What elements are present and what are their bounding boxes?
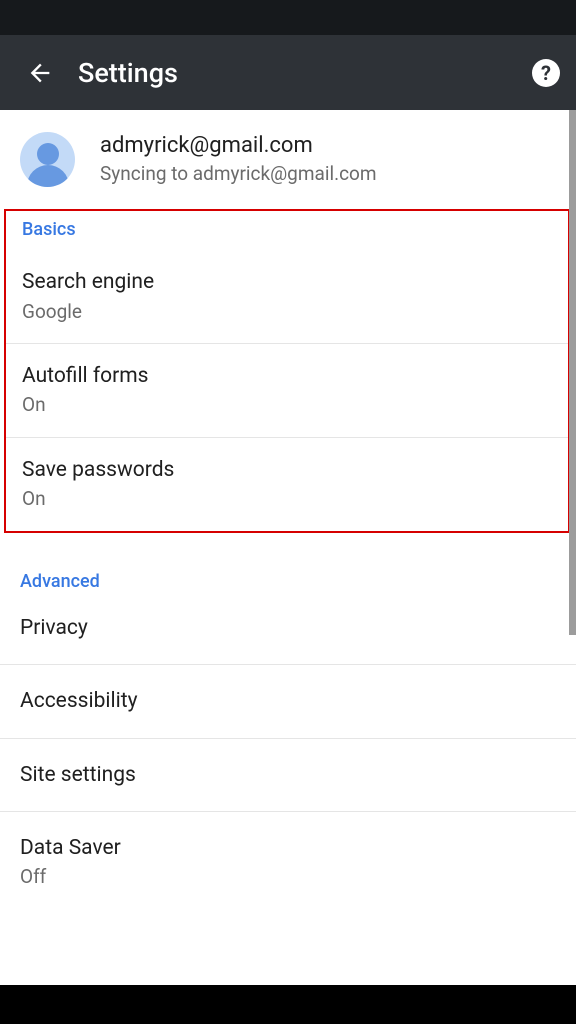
settings-content: admyrick@gmail.com Syncing to admyrick@g… xyxy=(0,110,576,985)
basics-header: Basics xyxy=(6,211,568,250)
autofill-forms-value: On xyxy=(22,392,548,419)
account-text: admyrick@gmail.com Syncing to admyrick@g… xyxy=(100,132,377,187)
save-passwords-value: On xyxy=(22,486,548,513)
save-passwords-item[interactable]: Save passwords On xyxy=(6,438,568,531)
accessibility-item[interactable]: Accessibility xyxy=(0,664,576,737)
status-bar xyxy=(0,0,576,35)
privacy-label: Privacy xyxy=(20,614,556,642)
data-saver-value: Off xyxy=(20,864,556,891)
site-settings-item[interactable]: Site settings xyxy=(0,738,576,811)
page-title: Settings xyxy=(78,57,532,89)
basics-section-highlight: Basics Search engine Google Autofill for… xyxy=(4,209,570,533)
search-engine-value: Google xyxy=(22,299,548,326)
save-passwords-label: Save passwords xyxy=(22,456,548,484)
advanced-section: Advanced Privacy Accessibility Site sett… xyxy=(0,561,576,913)
arrow-left-icon xyxy=(26,59,54,87)
account-row[interactable]: admyrick@gmail.com Syncing to admyrick@g… xyxy=(0,110,576,209)
help-button[interactable]: ? xyxy=(532,59,560,87)
scrollbar[interactable] xyxy=(569,110,576,635)
account-email: admyrick@gmail.com xyxy=(100,132,377,161)
autofill-forms-label: Autofill forms xyxy=(22,362,548,390)
app-bar: Settings ? xyxy=(0,35,576,110)
data-saver-label: Data Saver xyxy=(20,834,556,862)
site-settings-label: Site settings xyxy=(20,761,556,789)
avatar xyxy=(20,132,75,187)
privacy-item[interactable]: Privacy xyxy=(0,608,576,664)
accessibility-label: Accessibility xyxy=(20,687,556,715)
help-icon: ? xyxy=(541,61,551,85)
account-sync-status: Syncing to admyrick@gmail.com xyxy=(100,161,377,188)
advanced-header: Advanced xyxy=(0,561,576,608)
autofill-forms-item[interactable]: Autofill forms On xyxy=(6,344,568,438)
search-engine-label: Search engine xyxy=(22,268,548,296)
back-button[interactable] xyxy=(16,49,64,97)
navigation-bar xyxy=(0,985,576,1024)
search-engine-item[interactable]: Search engine Google xyxy=(6,250,568,344)
data-saver-item[interactable]: Data Saver Off xyxy=(0,811,576,913)
